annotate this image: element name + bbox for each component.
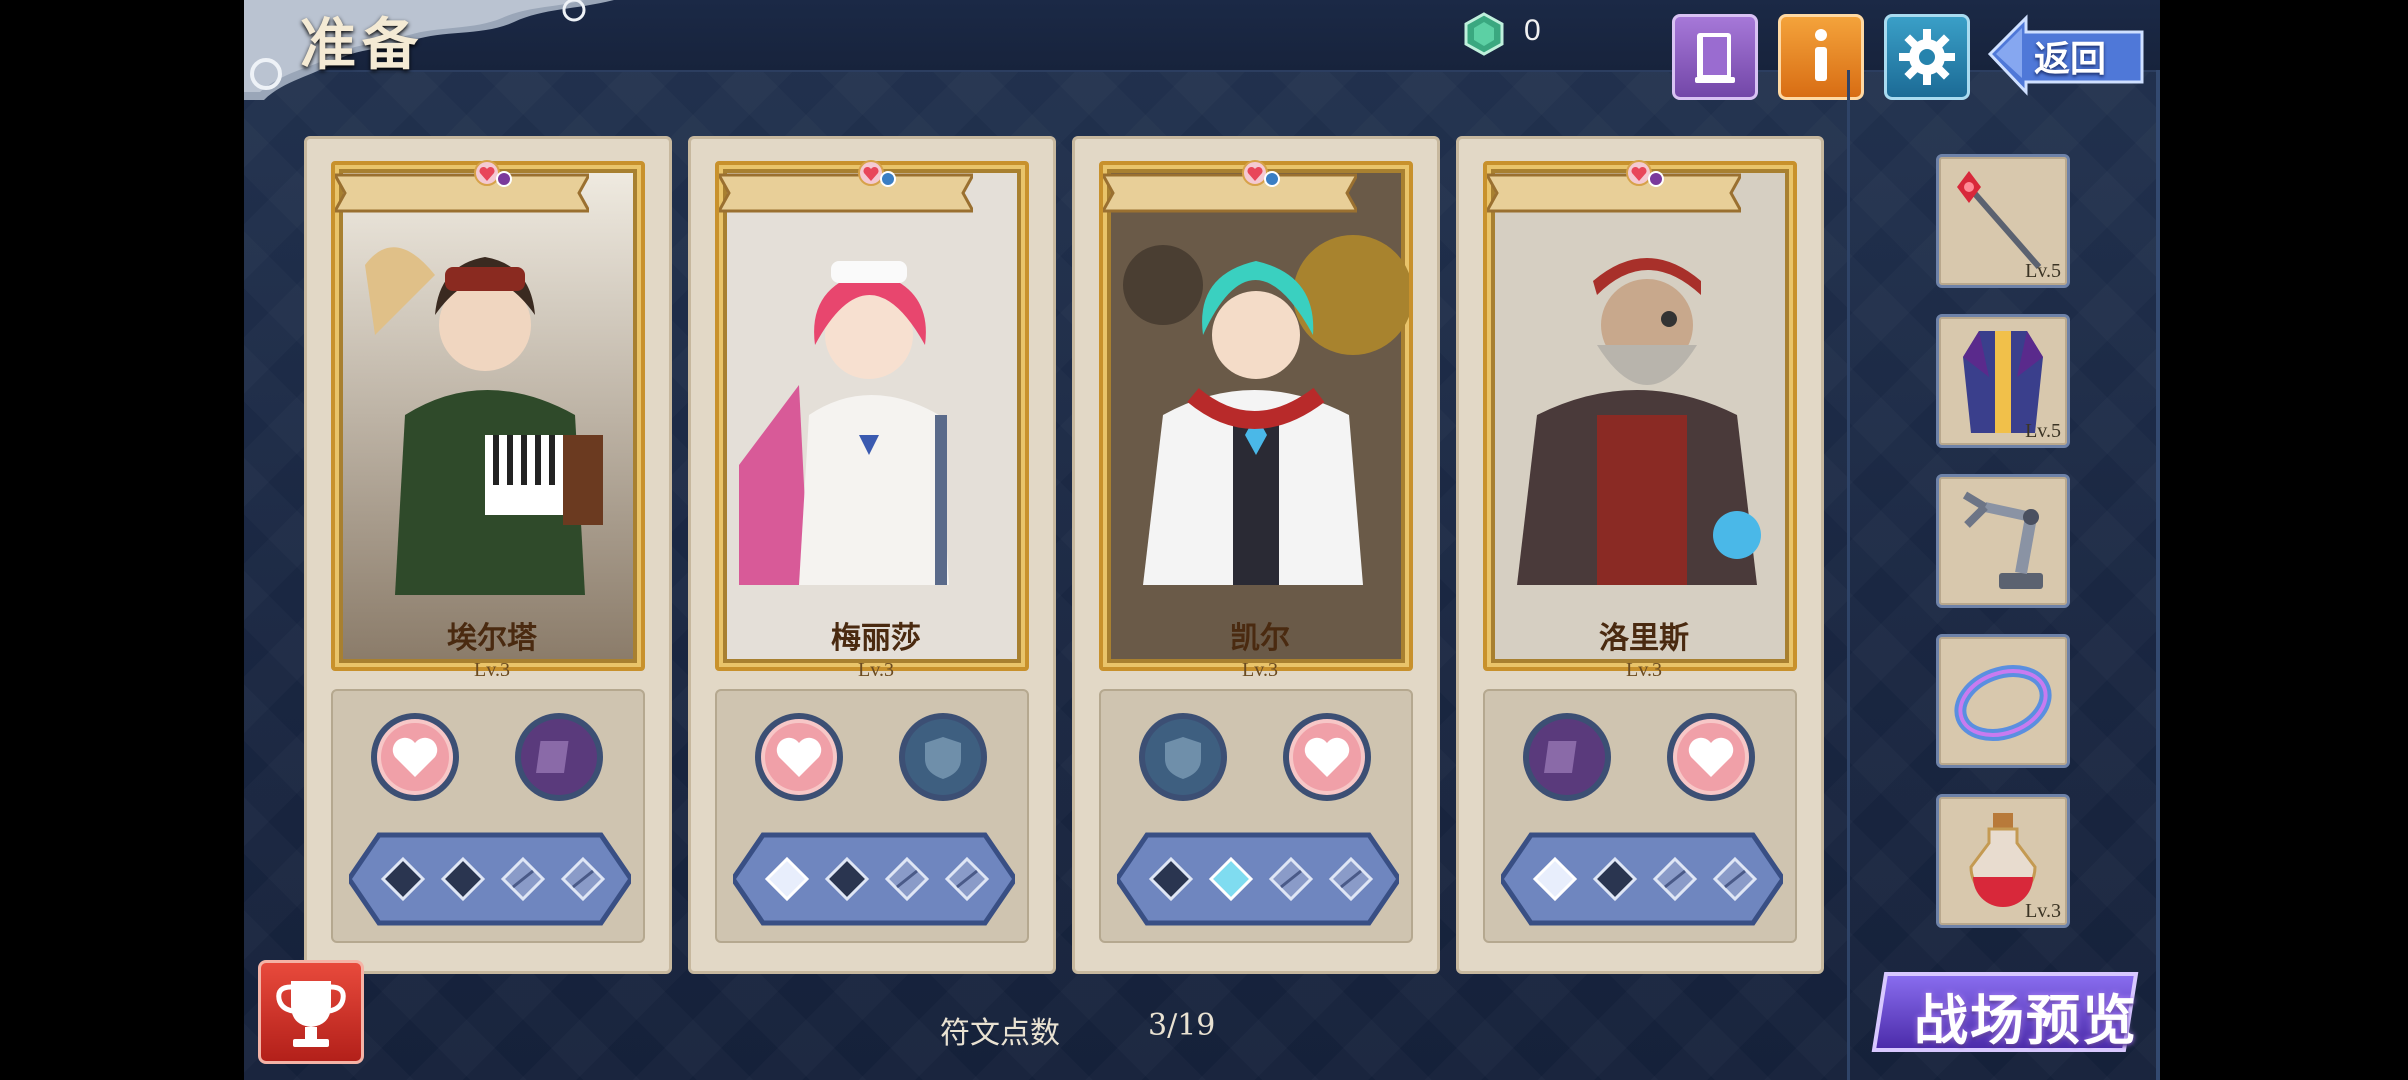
character-art: [1111, 173, 1409, 659]
rune-box: [1099, 689, 1413, 943]
ring-icon: [1954, 665, 2052, 741]
character-name: 洛里斯: [1599, 621, 1689, 656]
character-name: 凯尔: [1230, 621, 1290, 656]
rune-points-value: 3/19: [1148, 1008, 1216, 1043]
battlefield-preview-label: 战场预览: [1914, 988, 2138, 1052]
gear-icon: [1899, 29, 1955, 85]
character-portrait[interactable]: 埃尔塔 Lv.3: [331, 160, 645, 681]
nameplate-banner: [1487, 173, 1741, 213]
slot-level: Lv.5: [2025, 260, 2061, 282]
character-portrait[interactable]: 洛里斯 Lv.3: [1483, 160, 1797, 681]
rune-pip-bar[interactable]: [733, 827, 1015, 931]
column-divider: [1847, 70, 1850, 1080]
settings-button[interactable]: [1884, 14, 1970, 100]
rune-box: [1483, 689, 1797, 943]
character-portrait[interactable]: 凯尔 Lv.3: [1099, 160, 1413, 681]
equipment-slot-robe[interactable]: Lv.5: [1936, 314, 2070, 448]
slot-level: Lv.3: [2025, 900, 2061, 922]
character-art: [1495, 173, 1785, 659]
affinity-badge-icon: [858, 160, 896, 187]
nameplate-banner: [335, 173, 589, 213]
right-edge: [2156, 70, 2160, 1080]
character-panel: 梅丽莎 Lv.3: [688, 136, 1056, 974]
rune-gem-icon: [1464, 12, 1504, 56]
nameplate-banner: [1103, 173, 1357, 213]
character-art: [343, 173, 633, 659]
shield-orb-icon[interactable]: [895, 709, 991, 805]
rune-currency-count: 0: [1524, 14, 1541, 47]
equipment-slot-potion[interactable]: Lv.3: [1936, 794, 2070, 928]
heart-orb-icon[interactable]: [1663, 709, 1759, 805]
equipment-slot-staff[interactable]: Lv.5: [1936, 154, 2070, 288]
heart-orb-icon[interactable]: [751, 709, 847, 805]
nameplate-banner: [719, 173, 973, 213]
rune-pip-bar[interactable]: [1501, 827, 1783, 931]
character-panel: 洛里斯 Lv.3: [1456, 136, 1824, 974]
character-level: Lv.3: [1242, 659, 1278, 681]
equipment-slot-mech-arm[interactable]: [1936, 474, 2070, 608]
character-level: Lv.3: [474, 659, 510, 681]
character-name: 埃尔塔: [447, 621, 537, 656]
heart-orb-icon[interactable]: [367, 709, 463, 805]
character-portrait[interactable]: 梅丽莎 Lv.3: [715, 160, 1029, 681]
affinity-badge-icon: [1626, 160, 1664, 187]
affinity-badge-icon: [474, 160, 512, 187]
rune-box: [715, 689, 1029, 943]
page-title: 准备: [300, 12, 424, 78]
character-panel: 埃尔塔 Lv.3: [304, 136, 672, 974]
scroll-orb-icon[interactable]: [1519, 709, 1615, 805]
shield-orb-icon[interactable]: [1135, 709, 1231, 805]
achievements-button[interactable]: [258, 960, 364, 1064]
book-icon: [1695, 33, 1735, 83]
heart-orb-icon[interactable]: [1279, 709, 1375, 805]
rune-pip-bar[interactable]: [349, 827, 631, 931]
trophy-icon: [276, 981, 346, 1047]
rune-pip-bar[interactable]: [1117, 827, 1399, 931]
character-panel: 凯尔 Lv.3: [1072, 136, 1440, 974]
affinity-badge-icon: [1242, 160, 1280, 187]
character-level: Lv.3: [1626, 659, 1662, 681]
codex-button[interactable]: [1672, 14, 1758, 100]
info-button[interactable]: [1778, 14, 1864, 100]
back-label: 返回: [2034, 38, 2107, 80]
character-level: Lv.3: [858, 659, 894, 681]
scroll-orb-icon[interactable]: [511, 709, 607, 805]
character-name: 梅丽莎: [831, 621, 921, 656]
mech-arm-icon: [1962, 491, 2043, 589]
character-art: [727, 173, 1017, 659]
equipment-slot-ring[interactable]: [1936, 634, 2070, 768]
rune-box: [331, 689, 645, 943]
rune-points-label: 符文点数: [940, 1016, 1060, 1051]
game-screen: 准备 0 返回 Lv.5 Lv.5 Lv.3 埃尔塔 Lv.3 梅丽莎 Lv.3…: [244, 0, 2160, 1080]
slot-level: Lv.5: [2025, 420, 2061, 442]
